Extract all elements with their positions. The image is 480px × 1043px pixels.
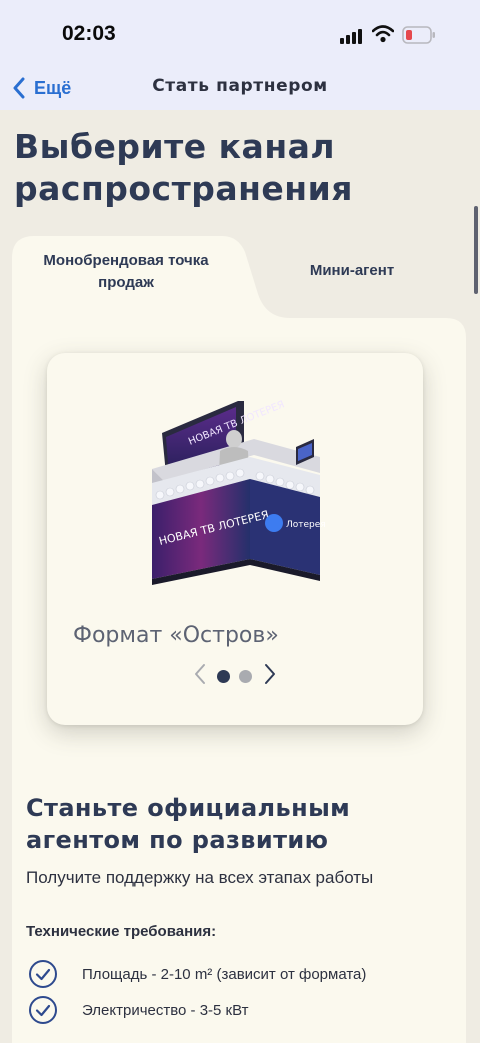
wifi-icon bbox=[372, 25, 394, 43]
requirement-item: Площадь - 2-10 m² (зависит от формата) bbox=[28, 959, 366, 989]
section-title: Станьте официальным агентом по развитию bbox=[26, 794, 351, 854]
svg-text:Лотерея: Лотерея bbox=[286, 520, 326, 530]
page-title: Выберите канал распространения bbox=[14, 127, 353, 208]
carousel-dot-2[interactable] bbox=[239, 670, 252, 683]
signal-icon bbox=[340, 29, 362, 44]
requirement-text: Площадь - 2-10 m² (зависит от формата) bbox=[82, 965, 367, 983]
chevron-right-icon[interactable] bbox=[263, 663, 277, 685]
requirement-text: Электричество - 3-5 кВт bbox=[82, 1001, 249, 1019]
navigation-bar: Ещё Стать партнером bbox=[0, 66, 480, 110]
check-circle-icon bbox=[29, 996, 57, 1024]
requirements-title: Технические требования: bbox=[26, 923, 217, 940]
requirement-item: Электричество - 3-5 кВт bbox=[28, 995, 249, 1025]
tab-mini-agent[interactable]: Мини-агент bbox=[282, 262, 422, 279]
format-label: Формат «Остров» bbox=[73, 623, 279, 648]
check-circle-icon bbox=[29, 960, 57, 988]
kiosk-image: НОВАЯ ТВ ЛОТЕРЕЯ НОВАЯ ТВ ЛОТЕРЕЯ Лотере… bbox=[152, 399, 326, 585]
chevron-left-icon[interactable] bbox=[193, 663, 207, 685]
format-card: НОВАЯ ТВ ЛОТЕРЕЯ НОВАЯ ТВ ЛОТЕРЕЯ Лотере… bbox=[47, 353, 423, 725]
battery-icon bbox=[402, 26, 435, 44]
nav-title: Стать партнером bbox=[152, 76, 328, 96]
status-bar: 02:03 bbox=[0, 0, 480, 66]
status-time: 02:03 bbox=[62, 22, 116, 45]
tab-monobrand[interactable]: Монобрендовая точка продаж bbox=[26, 250, 226, 294]
section-subtitle: Получите поддержку на всех этапах работы bbox=[26, 868, 374, 887]
carousel-dot-1[interactable] bbox=[217, 670, 230, 683]
